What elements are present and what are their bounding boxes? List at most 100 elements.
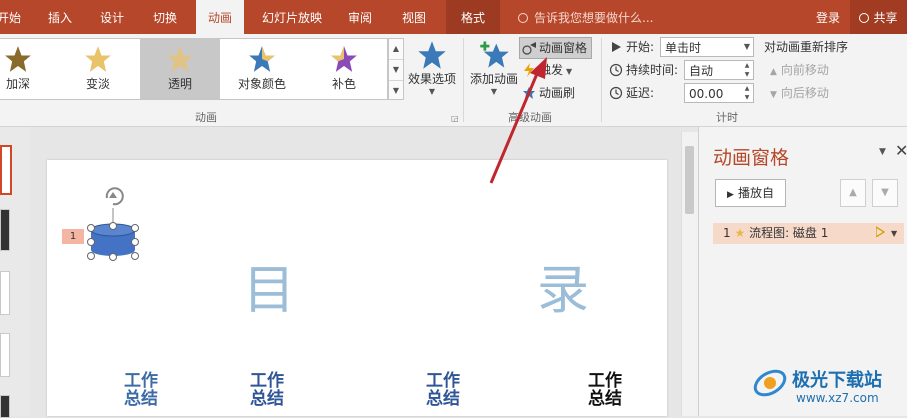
- spinner-icon[interactable]: ▲ ▼: [741, 84, 753, 102]
- gallery-label: 加深: [5, 77, 30, 91]
- slide-title-char: 目: [243, 261, 296, 321]
- duration-field[interactable]: 自动 ▲ ▼: [684, 60, 754, 80]
- slide-item-text: 工作总结: [250, 371, 284, 409]
- gallery-label: 变淡: [85, 77, 110, 91]
- animation-item-label: 流程图: 磁盘 1: [749, 226, 829, 240]
- move-later-button[interactable]: ▼ 向后移动: [770, 83, 829, 103]
- share-label: 共享: [873, 11, 898, 25]
- flowchart-disk-shape[interactable]: [85, 180, 147, 264]
- delay-label: 延迟:: [626, 86, 655, 100]
- play-from-label: 播放自: [737, 186, 774, 200]
- tab-insert[interactable]: 插入: [40, 0, 80, 34]
- gallery-item-lighten[interactable]: 变淡: [58, 39, 138, 99]
- star-icon: [5, 46, 31, 72]
- duration-label-row: 持续时间:: [609, 60, 678, 80]
- triangle-up-icon: ▲: [849, 187, 857, 198]
- star-icon: [249, 46, 275, 72]
- delay-label-row: 延迟:: [609, 83, 654, 103]
- watermark-url: www.xz7.com: [796, 391, 879, 405]
- move-earlier-button[interactable]: ▲ 向前移动: [770, 60, 829, 80]
- gallery-item-complementary[interactable]: 补色: [304, 39, 384, 99]
- item-dropdown-icon[interactable]: ▼: [891, 223, 897, 244]
- gallery-label: 对象颜色: [237, 77, 286, 91]
- slide-item-text: 工作总结: [124, 371, 158, 409]
- slide-thumbnail[interactable]: [0, 271, 10, 315]
- animation-pane-label: 动画窗格: [539, 41, 588, 55]
- start-label-row: 开始:: [609, 37, 654, 57]
- gallery-scroll-up-icon[interactable]: ▲: [389, 39, 403, 60]
- pane-menu-icon[interactable]: ▼: [879, 147, 886, 157]
- tab-design[interactable]: 设计: [92, 0, 132, 34]
- clock-icon: [609, 63, 623, 77]
- tab-transitions[interactable]: 切换: [145, 0, 185, 34]
- move-later-label: 向后移动: [780, 86, 829, 100]
- start-select[interactable]: 单击时 ▼: [660, 37, 754, 57]
- watermark-cn: 极光下载站: [792, 370, 882, 391]
- lightbulb-icon: [518, 13, 528, 23]
- triangle-down-icon: ▼: [770, 90, 777, 100]
- animation-list-item[interactable]: 1 ★ 流程图: 磁盘 1 ▼: [713, 223, 904, 244]
- tell-me-text: 告诉我您想要做什么...: [534, 11, 654, 25]
- star-icon: [85, 46, 111, 72]
- slide-thumbnail[interactable]: [0, 395, 10, 418]
- tab-view[interactable]: 视图: [392, 0, 436, 34]
- move-down-button[interactable]: ▼: [872, 179, 898, 207]
- slide-item-text: 工作总结: [588, 371, 622, 409]
- star-icon: [167, 46, 193, 72]
- tab-animations[interactable]: 动画: [196, 0, 244, 34]
- login-button[interactable]: 登录: [816, 0, 840, 34]
- start-select-value: 单击时: [665, 41, 702, 55]
- tell-me-search[interactable]: 告诉我您想要做什么...: [518, 0, 653, 34]
- gallery-item-object-color[interactable]: 对象颜色: [222, 39, 302, 99]
- spinner-icon[interactable]: ▲ ▼: [741, 61, 753, 79]
- dialog-launcher-icon[interactable]: ◲: [451, 114, 459, 123]
- star-icon: [418, 41, 446, 69]
- delay-value: 00.00: [689, 87, 724, 101]
- gallery-item-transparency[interactable]: 透明: [140, 39, 220, 99]
- effect-options-button[interactable]: 效果选项 ▼: [406, 40, 458, 96]
- slide-thumbnail[interactable]: [0, 209, 10, 251]
- slide-thumbnail[interactable]: [0, 145, 12, 195]
- animation-gallery: 加深 变淡 透明 对象颜色 补色: [0, 38, 388, 100]
- tab-slideshow[interactable]: 幻灯片放映: [252, 0, 332, 34]
- start-label: 开始:: [626, 40, 655, 54]
- group-label-animation: 动画: [195, 111, 217, 124]
- star-icon: ★: [734, 226, 746, 240]
- chevron-down-icon: ▼: [743, 42, 751, 51]
- group-separator: [463, 38, 464, 122]
- watermark: 极光下载站 www.xz7.com: [752, 363, 902, 413]
- group-label-timing: 计时: [716, 111, 738, 124]
- effect-options-label: 效果选项: [407, 72, 456, 86]
- close-icon[interactable]: ✕: [895, 141, 907, 160]
- play-icon: [609, 40, 623, 54]
- reorder-title: 对动画重新排序: [764, 40, 849, 54]
- slide-item-text: 工作总结: [426, 371, 460, 409]
- animation-pane-icon: [522, 41, 536, 55]
- slide-thumbnail[interactable]: [0, 333, 10, 377]
- star-icon: [331, 46, 357, 72]
- slide-canvas[interactable]: 1 目 录 工作总结 工作总结 工作总结 工作总结: [47, 160, 667, 416]
- play-from-button[interactable]: ▶ 播放自: [715, 179, 786, 207]
- gallery-label: 补色: [331, 77, 356, 91]
- annotation-arrow: [489, 57, 547, 184]
- tab-review[interactable]: 审阅: [338, 0, 382, 34]
- share-button[interactable]: 共享: [850, 0, 907, 34]
- gallery-scroll[interactable]: ▲ ▼ ▼: [388, 38, 404, 100]
- slide-thumbnails: [0, 127, 30, 418]
- move-up-button[interactable]: ▲: [840, 179, 866, 207]
- scrollbar-thumb[interactable]: [685, 146, 694, 214]
- play-icon: ▶: [727, 190, 734, 200]
- tab-format[interactable]: 格式: [446, 0, 500, 34]
- chevron-down-icon: ▼: [428, 87, 436, 96]
- duration-label: 持续时间:: [626, 63, 679, 77]
- group-separator: [601, 38, 602, 122]
- timeline-play-icon: [875, 223, 886, 239]
- gallery-scroll-down-icon[interactable]: ▼: [389, 60, 403, 81]
- gallery-item-darken[interactable]: 加深: [0, 39, 58, 99]
- ribbon: 加深 变淡 透明 对象颜色 补色 ▲ ▼ ▼ 效果选项 ▼ 动画 ◲ 添加动画 …: [0, 34, 907, 127]
- animation-pane-title: 动画窗格: [713, 147, 790, 169]
- gallery-more-icon[interactable]: ▼: [389, 81, 403, 101]
- animation-order-tag: 1: [62, 229, 84, 244]
- tab-home[interactable]: 开始: [0, 0, 24, 34]
- delay-field[interactable]: 00.00 ▲ ▼: [684, 83, 754, 103]
